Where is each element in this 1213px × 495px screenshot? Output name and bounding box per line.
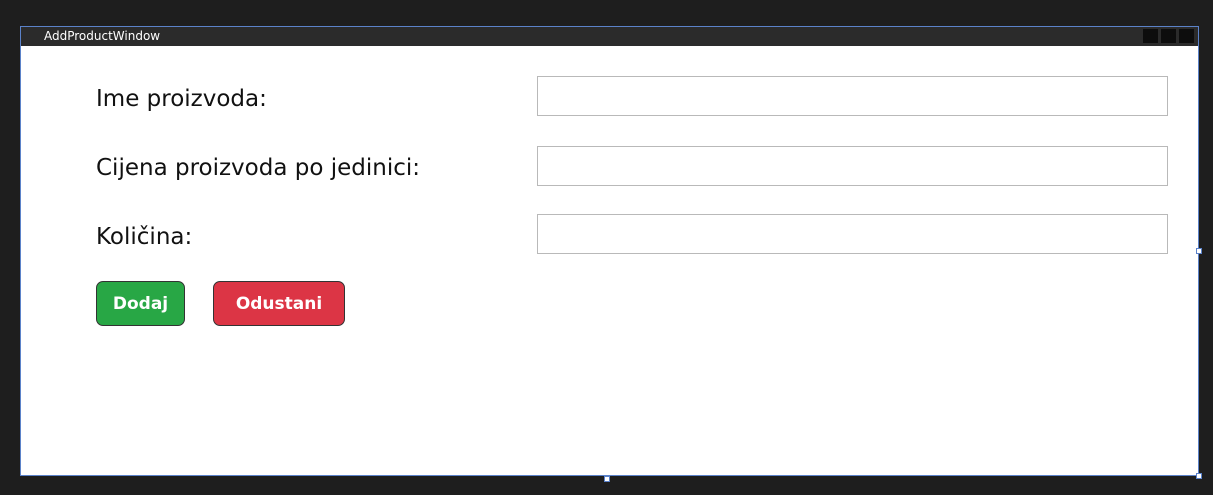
window-controls: [1143, 29, 1194, 43]
minimize-button[interactable]: [1143, 29, 1158, 43]
close-button[interactable]: [1179, 29, 1194, 43]
cancel-button[interactable]: Odustani: [213, 281, 345, 326]
product-name-input[interactable]: [537, 76, 1168, 116]
unit-price-input[interactable]: [537, 146, 1168, 186]
unit-price-label: Cijena proizvoda po jedinici:: [96, 155, 421, 181]
resize-handle-bottom[interactable]: [604, 476, 610, 482]
quantity-input[interactable]: [537, 214, 1168, 254]
form-content: Ime proizvoda: Cijena proizvoda po jedin…: [21, 46, 1198, 475]
add-product-window: AddProductWindow Ime proizvoda: Cijena p…: [20, 26, 1199, 476]
resize-handle-right[interactable]: [1196, 248, 1202, 254]
title-bar[interactable]: AddProductWindow: [21, 27, 1198, 46]
maximize-button[interactable]: [1161, 29, 1176, 43]
window-title: AddProductWindow: [44, 29, 161, 43]
resize-handle-corner[interactable]: [1196, 473, 1202, 479]
product-name-label: Ime proizvoda:: [96, 86, 267, 112]
quantity-label: Količina:: [96, 224, 193, 250]
add-button[interactable]: Dodaj: [96, 281, 185, 326]
